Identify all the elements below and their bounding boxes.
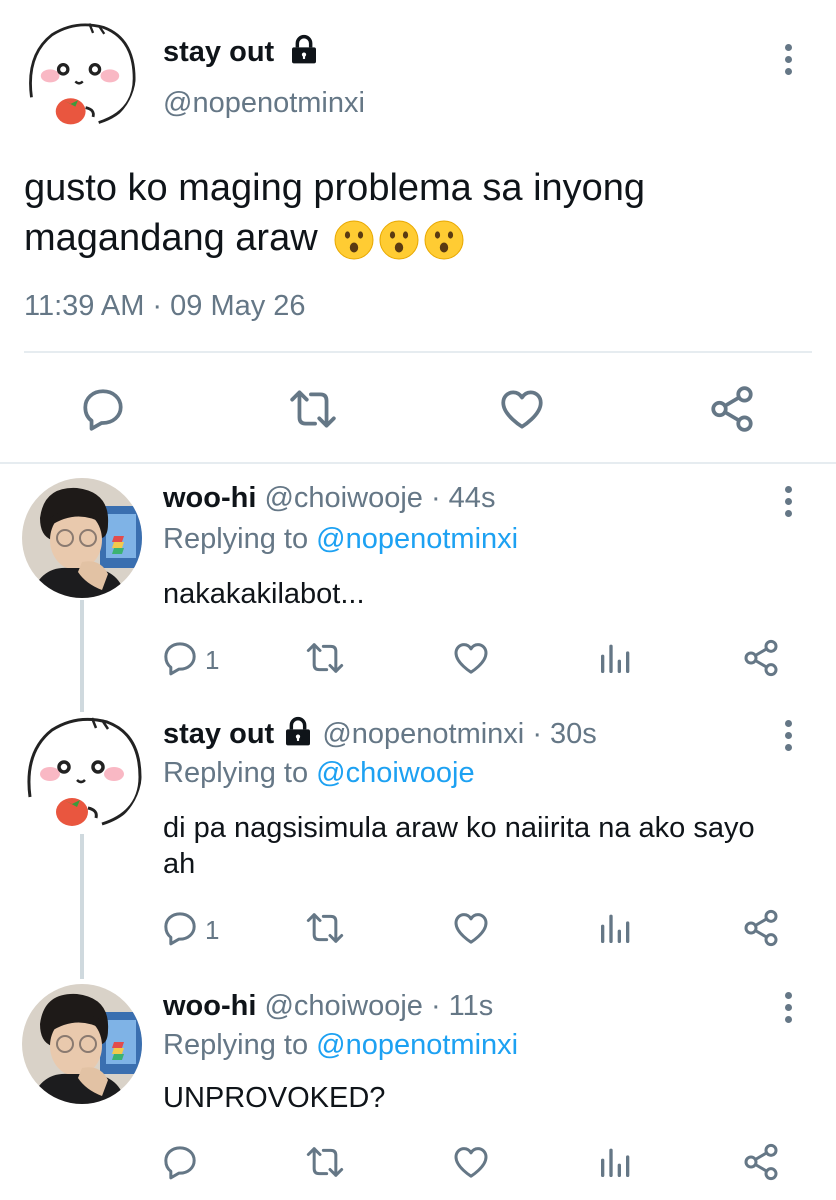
replying-to: Replying to @choiwooje — [163, 757, 475, 789]
thread-line — [80, 600, 84, 712]
display-name[interactable]: stay out — [163, 36, 274, 68]
avatar[interactable] — [22, 712, 142, 832]
retweet-icon[interactable] — [305, 1142, 345, 1182]
display-name[interactable]: woo-hi — [163, 482, 256, 514]
more-options-icon[interactable] — [782, 486, 794, 517]
hushed-face-emoji — [334, 220, 374, 260]
reply-text: di pa nagsisimula araw ko naiirita na ak… — [163, 812, 755, 880]
like-icon[interactable] — [451, 638, 491, 678]
reply-icon[interactable] — [160, 638, 200, 678]
replying-to-handle[interactable]: @choiwooje — [316, 757, 474, 789]
display-name[interactable]: stay out — [163, 718, 274, 750]
more-options-icon[interactable] — [782, 720, 794, 751]
reply-icon[interactable] — [78, 384, 128, 434]
retweet-icon[interactable] — [305, 638, 345, 678]
display-name[interactable]: woo-hi — [163, 990, 256, 1022]
lock-icon — [282, 716, 314, 748]
avatar[interactable] — [22, 478, 142, 598]
share-icon[interactable] — [741, 638, 781, 678]
reply-header: woo-hi @choiwooje · 11s — [163, 990, 493, 1023]
replying-to-handle[interactable]: @nopenotminxi — [316, 1029, 518, 1061]
share-icon[interactable] — [741, 1142, 781, 1182]
handle[interactable]: @choiwooje — [264, 990, 422, 1022]
reply-age: · 11s — [430, 990, 494, 1022]
hushed-face-emoji — [424, 220, 464, 260]
reply-age: · 44s — [430, 482, 496, 514]
stats-icon[interactable] — [596, 908, 636, 948]
reply-header: woo-hi @choiwooje · 44s — [163, 482, 495, 515]
divider — [24, 351, 812, 353]
replying-to-handle[interactable]: @nopenotminxi — [316, 523, 518, 555]
share-icon[interactable] — [707, 384, 757, 434]
timestamp[interactable]: 11:39 AM · 09 May 26 — [24, 290, 306, 323]
replying-to: Replying to @nopenotminxi — [163, 523, 519, 555]
avatar[interactable] — [24, 18, 136, 130]
reply-count: 1 — [205, 645, 220, 675]
handle[interactable]: @nopenotminxi — [322, 718, 524, 750]
reply-text: UNPROVOKED? — [163, 1082, 386, 1114]
thread-line — [80, 834, 84, 979]
more-options-icon[interactable] — [782, 992, 794, 1023]
like-icon[interactable] — [451, 908, 491, 948]
more-options-icon[interactable] — [782, 44, 794, 75]
replying-to: Replying to @nopenotminxi — [163, 1029, 519, 1061]
lock-icon — [288, 34, 320, 66]
avatar[interactable] — [22, 984, 142, 1104]
hushed-face-emoji — [379, 220, 419, 260]
reply-age: · 30s — [532, 718, 597, 750]
like-icon[interactable] — [497, 384, 547, 434]
display-name-row: stay out — [163, 36, 320, 69]
reply-count: 1 — [205, 915, 220, 945]
handle[interactable]: @nopenotminxi — [163, 87, 365, 120]
reply-icon[interactable] — [160, 1142, 200, 1182]
retweet-icon[interactable] — [288, 384, 338, 434]
retweet-icon[interactable] — [305, 908, 345, 948]
reply-header: stay out @nopenotminxi · 30s — [163, 718, 597, 751]
stats-icon[interactable] — [596, 1142, 636, 1182]
tweet-text: gusto ko maging problema sa inyong magan… — [24, 167, 646, 260]
reply-icon[interactable] — [160, 908, 200, 948]
like-icon[interactable] — [451, 1142, 491, 1182]
share-icon[interactable] — [741, 908, 781, 948]
stats-icon[interactable] — [596, 638, 636, 678]
divider — [0, 462, 836, 464]
handle[interactable]: @choiwooje — [264, 482, 422, 514]
reply-text: nakakakilabot... — [163, 578, 365, 610]
